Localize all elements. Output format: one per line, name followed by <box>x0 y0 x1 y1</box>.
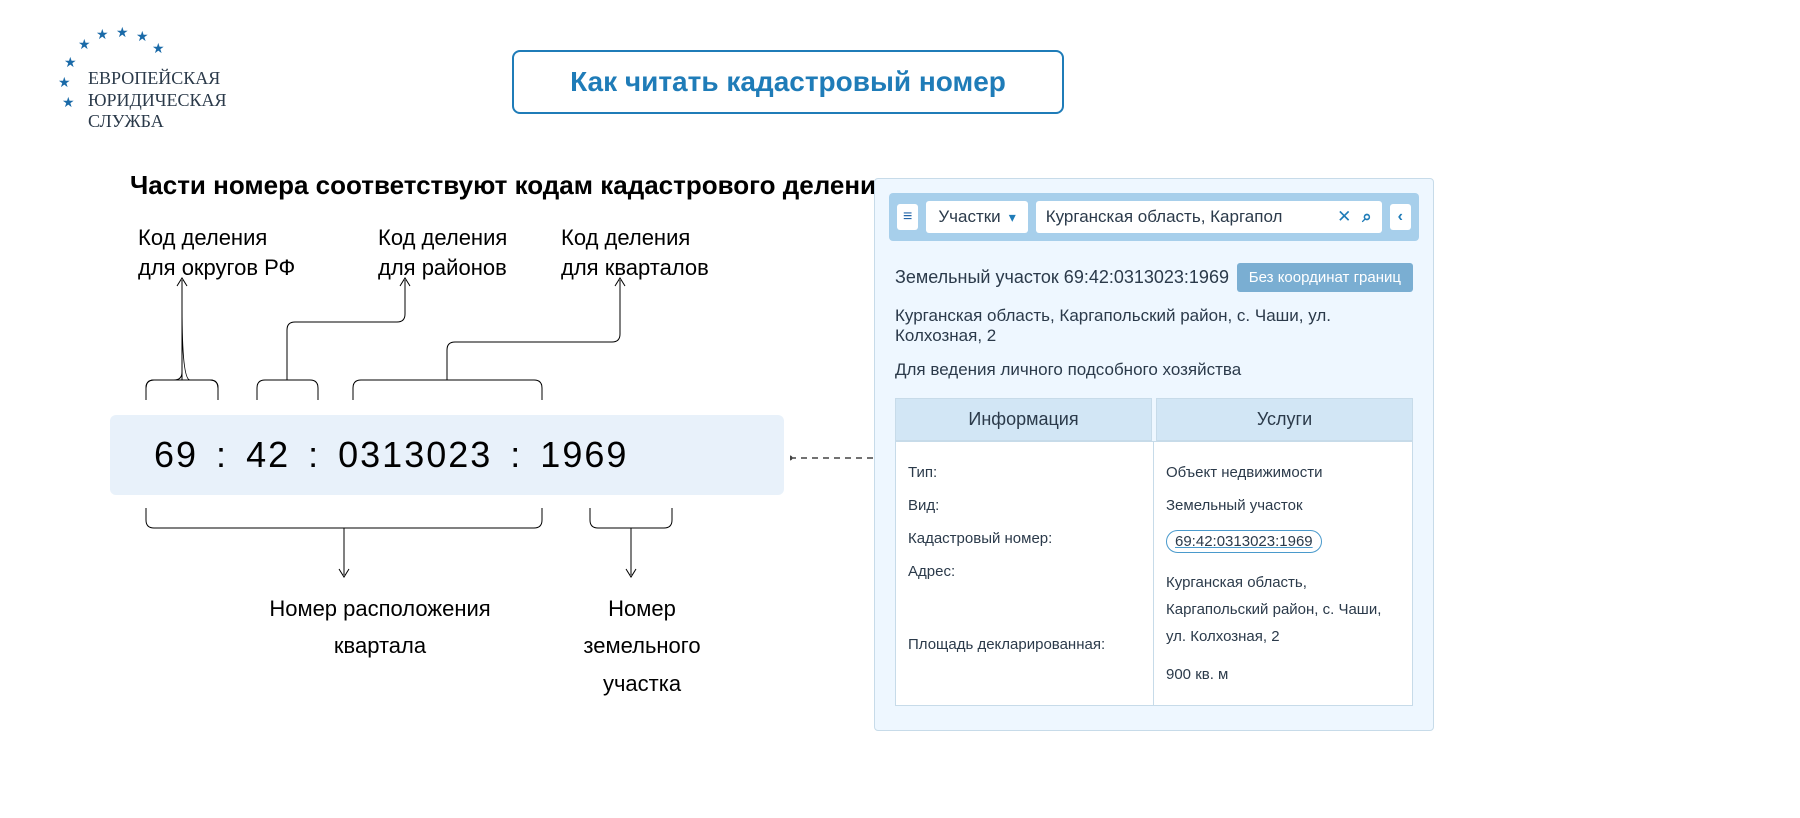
dropdown-label: Участки <box>938 207 1000 227</box>
row-kind-label: Вид: <box>908 489 1141 522</box>
label-top-2a: Код деления <box>378 225 553 251</box>
chevron-down-icon: ▾ <box>1009 209 1016 226</box>
search-icon[interactable]: ⌕ <box>1362 207 1372 226</box>
category-dropdown[interactable]: Участки ▾ <box>926 201 1027 233</box>
tab-info[interactable]: Информация <box>895 398 1152 441</box>
label-bottom-2b: земельного <box>552 627 732 664</box>
label-top-2b: для районов <box>378 255 553 281</box>
label-bottom-2a: Номер <box>552 590 732 627</box>
label-top-3a: Код деления <box>561 225 741 251</box>
cadnum-seg2: 42 <box>232 434 304 476</box>
diagram-section: Части номера соответствуют кодам кадастр… <box>130 170 891 281</box>
purpose-line: Для ведения личного подсобного хозяйства <box>895 360 1413 380</box>
search-bar: ≡ Участки ▾ Курганская область, Каргапол… <box>889 193 1419 241</box>
cadnum-seg1: 69 <box>140 434 212 476</box>
label-bottom-1a: Номер расположения <box>230 590 530 627</box>
info-grid: Тип: Вид: Кадастровый номер: Адрес: Площ… <box>895 441 1413 706</box>
status-badge: Без координат границ <box>1237 263 1413 292</box>
row-type-value: Объект недвижимости <box>1166 456 1400 489</box>
cadastral-number-box: 69 : 42 : 0313023 : 1969 <box>110 415 784 495</box>
label-top-3b: для кварталов <box>561 255 741 281</box>
clear-icon[interactable]: ✕ <box>1337 207 1351 226</box>
row-cadnum-label: Кадастровый номер: <box>908 522 1141 555</box>
tab-services[interactable]: Услуги <box>1156 398 1413 441</box>
search-input[interactable]: Курганская область, Каргапол ✕ ⌕ <box>1036 201 1382 233</box>
cadnum-sep1: : <box>212 434 232 476</box>
row-type-label: Тип: <box>908 456 1141 489</box>
label-bottom-1b: квартала <box>230 627 530 664</box>
cadnum-seg3: 0313023 <box>324 434 506 476</box>
cadnum-sep3: : <box>506 434 526 476</box>
label-top-1a: Код деления <box>138 225 328 251</box>
main-title: Как читать кадастровый номер <box>512 50 1064 114</box>
row-area-label: Площадь декларированная: <box>908 628 1141 661</box>
label-bottom-2c: участка <box>552 665 732 702</box>
info-panel: ≡ Участки ▾ Курганская область, Каргапол… <box>874 178 1434 731</box>
section-heading: Части номера соответствуют кодам кадастр… <box>130 170 891 201</box>
search-value: Курганская область, Каргапол <box>1046 207 1283 227</box>
parcel-label: Земельный участок 69:42:0313023:1969 <box>895 267 1229 288</box>
row-area-value: 900 кв. м <box>1166 658 1400 691</box>
logo-line1: ЕВРОПЕЙСКАЯ <box>88 68 227 90</box>
address-line: Курганская область, Каргапольский район,… <box>895 306 1413 346</box>
logo-line2: ЮРИДИЧЕСКАЯ <box>88 90 227 112</box>
logo-line3: СЛУЖБА <box>88 111 227 133</box>
row-address-label: Адрес: <box>908 555 1141 588</box>
menu-icon[interactable]: ≡ <box>897 204 918 230</box>
row-kind-value: Земельный участок <box>1166 489 1400 522</box>
collapse-icon[interactable]: ‹ <box>1390 204 1411 230</box>
label-top-1b: для округов РФ <box>138 255 328 281</box>
row-address-value: Курганская область, Каргапольский район,… <box>1166 561 1400 658</box>
cadnum-sep2: : <box>304 434 324 476</box>
row-cadnum-value[interactable]: 69:42:0313023:1969 <box>1166 530 1322 553</box>
cadnum-seg4: 1969 <box>526 434 642 476</box>
